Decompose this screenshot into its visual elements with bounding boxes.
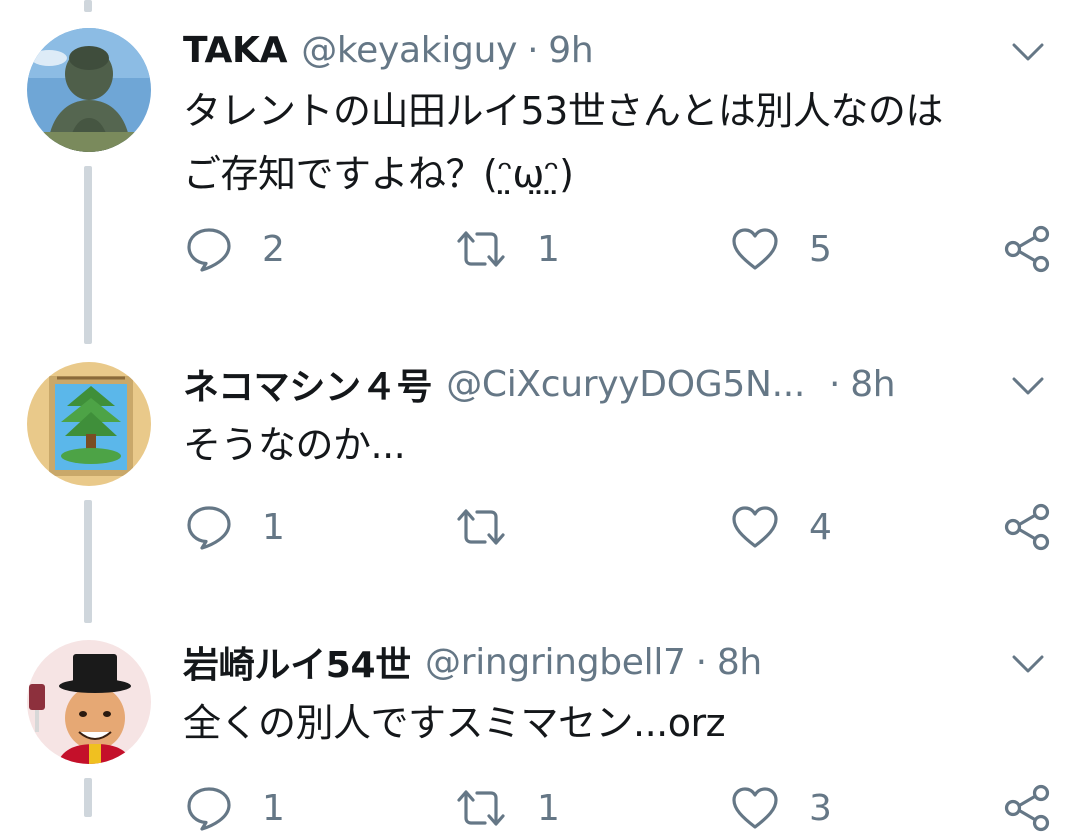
avatar[interactable] (27, 362, 151, 486)
user-handle[interactable]: @keyakiguy (301, 30, 517, 71)
share-button[interactable] (1003, 497, 1051, 557)
user-handle[interactable]: @CiXcuryyDOG5N... (446, 364, 805, 405)
share-icon (1004, 784, 1050, 832)
chevron-down-icon[interactable] (1010, 374, 1046, 398)
like-icon (732, 787, 778, 829)
display-name[interactable]: TAKA (183, 30, 287, 71)
tweet-actions: 2 1 5 (0, 219, 1080, 279)
retweet-icon (457, 231, 505, 267)
tweet-header: TAKA @keyakiguy · 9h (183, 22, 594, 78)
like-button[interactable]: 5 (731, 219, 832, 279)
tweet-text-line: タレントの山田ルイ53世さんとは別人なのは (183, 89, 943, 133)
reply-count: 2 (262, 228, 285, 270)
like-icon (732, 506, 778, 548)
tweet-text-line: ご存知ですよね？(ᵔ̤ω̤ᵔ̤) (183, 152, 574, 196)
share-button[interactable] (1003, 219, 1051, 279)
tweet-actions: 1 1 3 (0, 778, 1080, 838)
reply-count: 1 (262, 787, 285, 829)
tweet-actions: 1 4 (0, 497, 1080, 557)
display-name[interactable]: 岩崎ルイ54世 (183, 636, 411, 688)
thread-line-top (84, 0, 92, 12)
separator: · (829, 363, 841, 405)
retweet-button[interactable] (455, 497, 537, 557)
tweet-header: 岩崎ルイ54世 @ringringbell7 · 8h (183, 634, 762, 690)
share-icon (1004, 225, 1050, 273)
retweet-count: 1 (537, 228, 560, 270)
bonsai-tree-avatar-icon (27, 362, 151, 486)
reply-icon (187, 228, 231, 272)
tweet-text-line: そうなのか... (183, 423, 406, 467)
like-count: 3 (809, 787, 832, 829)
tweet-text-line: 全くの別人ですスミマセン...orz (183, 701, 726, 745)
share-button[interactable] (1003, 778, 1051, 838)
like-count: 5 (809, 228, 832, 270)
chevron-down-icon[interactable] (1010, 652, 1046, 676)
display-name[interactable]: ネコマシン４号 (183, 358, 432, 410)
tweet-header: ネコマシン４号 @CiXcuryyDOG5N... · 8h (183, 356, 896, 412)
avatar[interactable] (27, 28, 151, 152)
retweet-button[interactable]: 1 (455, 219, 560, 279)
like-button[interactable]: 4 (731, 497, 832, 557)
like-button[interactable]: 3 (731, 778, 832, 838)
timestamp[interactable]: 8h (717, 642, 762, 683)
reply-icon (187, 506, 231, 550)
timestamp[interactable]: 9h (548, 30, 593, 71)
like-icon (732, 228, 778, 270)
timestamp[interactable]: 8h (850, 364, 895, 405)
retweet-icon (457, 509, 505, 545)
reply-button[interactable]: 1 (186, 497, 285, 557)
retweet-button[interactable]: 1 (455, 778, 560, 838)
share-icon (1004, 503, 1050, 551)
separator: · (527, 29, 539, 71)
reply-icon (187, 787, 231, 831)
reply-button[interactable]: 1 (186, 778, 285, 838)
like-count: 4 (809, 506, 832, 548)
avatar[interactable] (27, 640, 151, 764)
retweet-count: 1 (537, 787, 560, 829)
user-handle[interactable]: @ringringbell7 (425, 642, 686, 683)
retweet-icon (457, 790, 505, 826)
chevron-down-icon[interactable] (1010, 40, 1046, 64)
man-top-hat-avatar-icon (27, 640, 151, 764)
reply-count: 1 (262, 506, 285, 548)
reply-button[interactable]: 2 (186, 219, 285, 279)
buddha-statue-avatar-icon (27, 28, 151, 152)
separator: · (695, 641, 707, 683)
